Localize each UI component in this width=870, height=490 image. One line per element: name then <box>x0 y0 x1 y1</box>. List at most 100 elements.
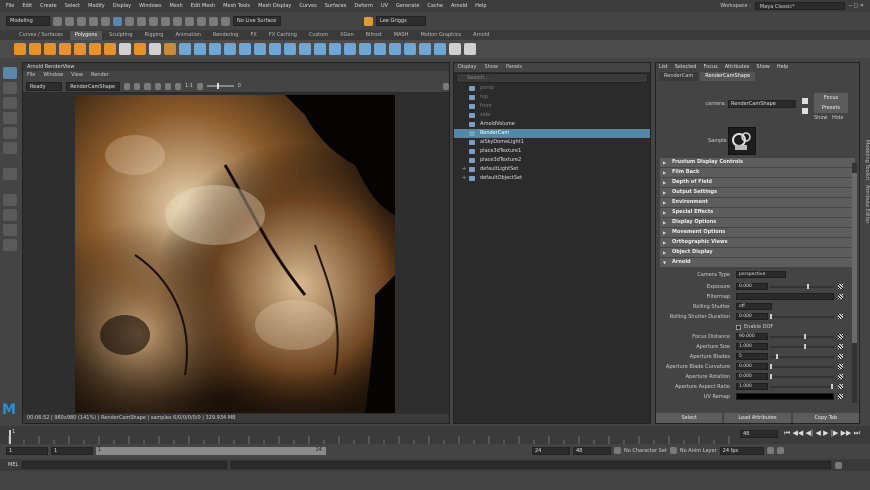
workspace-dropdown[interactable]: Maya Classic* <box>754 2 845 10</box>
ae-attr-slider[interactable] <box>770 334 834 339</box>
mel-label[interactable]: MEL <box>8 462 18 468</box>
last-tool-icon[interactable] <box>3 168 17 180</box>
ipr-render-icon[interactable] <box>209 16 218 26</box>
ae-section-film-back[interactable]: Film Back <box>660 168 855 177</box>
shelf-tab-rendering[interactable]: Rendering <box>208 31 244 40</box>
shelf-tool-icon[interactable] <box>254 43 266 55</box>
ae-attr-slider[interactable] <box>770 384 834 389</box>
workspace-selector[interactable]: Workspace : Maya Classic* ─ □ ✕ <box>720 2 864 10</box>
user-account-dropdown[interactable]: Lee Griggs <box>376 16 426 26</box>
ae-attr-field[interactable]: 5 <box>736 353 768 360</box>
outliner-menu-panels[interactable]: Panels <box>506 63 522 72</box>
shelf-tool-icon[interactable] <box>449 43 461 55</box>
menu-display[interactable]: Display <box>113 3 131 9</box>
move-tool-icon[interactable] <box>3 112 17 124</box>
shelf-tab-custom[interactable]: Custom <box>304 31 333 40</box>
ae-attr-field[interactable]: 90.000 <box>736 333 768 340</box>
shelf-tool-icon[interactable] <box>104 43 116 55</box>
outliner-item[interactable]: place3dTexture1 <box>454 147 650 156</box>
shelf-tool-icon[interactable] <box>224 43 236 55</box>
menu-mesh[interactable]: Mesh <box>169 3 182 9</box>
ae-attr-slider[interactable] <box>770 314 834 319</box>
shelf-tab-mash[interactable]: MASH <box>389 31 414 40</box>
menu-deform[interactable]: Deform <box>354 3 373 9</box>
menu-modify[interactable]: Modify <box>88 3 105 9</box>
ae-scrollbar[interactable] <box>852 163 857 403</box>
anim-prefs-icon[interactable] <box>776 447 784 454</box>
shelf-tool-icon[interactable] <box>89 43 101 55</box>
shelf-tool-icon[interactable] <box>164 43 176 55</box>
slider-handle[interactable] <box>804 334 807 339</box>
end-frame-field[interactable]: 48 <box>573 446 611 455</box>
map-button-icon[interactable] <box>838 334 843 339</box>
map-button-icon[interactable] <box>838 394 843 399</box>
start-frame-field[interactable]: 1 <box>6 446 48 455</box>
snap-surface-icon[interactable] <box>185 16 194 26</box>
ae-section-arnold[interactable]: Arnold <box>660 258 855 267</box>
ae-section-object-display[interactable]: Object Display <box>660 248 855 257</box>
outliner-item[interactable]: ArnoldVolume <box>454 120 650 129</box>
crop-region-icon[interactable] <box>154 82 161 90</box>
shelf-tab-sculpting[interactable]: Sculpting <box>104 31 137 40</box>
shelf-tool-icon[interactable] <box>194 43 206 55</box>
zoom-ratio[interactable]: 1:1 <box>185 83 193 89</box>
side-tabs[interactable]: Modeling Toolkit Attribute Editor <box>862 140 870 260</box>
redo-icon[interactable] <box>101 16 110 26</box>
menu-select[interactable]: Select <box>65 3 80 9</box>
shelf-tool-icon[interactable] <box>374 43 386 55</box>
ae-attr-slider[interactable] <box>770 344 834 349</box>
fps-dropdown[interactable]: 24 fps <box>719 446 764 455</box>
enable-dof-checkbox[interactable] <box>736 325 741 330</box>
slider-handle[interactable] <box>776 354 779 359</box>
menu-generate[interactable]: Generate <box>396 3 419 9</box>
shelf-tool-icon[interactable] <box>299 43 311 55</box>
snap-view-icon[interactable] <box>173 16 182 26</box>
snap-grid-icon[interactable] <box>137 16 146 26</box>
shelf-tool-icon[interactable] <box>179 43 191 55</box>
menu-file[interactable]: File <box>6 3 14 9</box>
camera-type-dropdown[interactable]: perspective <box>736 271 786 278</box>
outliner-item[interactable]: top <box>454 93 650 102</box>
select-button[interactable]: Select <box>656 413 723 423</box>
outliner-menu-display[interactable]: Display <box>458 63 476 72</box>
rv-menu-view[interactable]: View <box>71 71 83 80</box>
map-button-icon[interactable] <box>838 384 843 389</box>
outliner-item[interactable]: side <box>454 111 650 120</box>
shelf-tool-icon[interactable] <box>29 43 41 55</box>
ae-menu-attributes[interactable]: Attributes <box>725 63 750 72</box>
slider-handle[interactable] <box>770 364 772 369</box>
copy-tab-button[interactable]: Copy Tab <box>792 413 859 423</box>
shelf-tool-icon[interactable] <box>74 43 86 55</box>
shelf-tool-icon[interactable] <box>344 43 356 55</box>
shelf-tab-curves-surfaces[interactable]: Curves / Surfaces <box>14 31 68 40</box>
current-frame-field[interactable]: 48 <box>740 430 778 438</box>
single-pane-layout-icon[interactable] <box>3 194 17 206</box>
ae-section-orthographic-views[interactable]: Orthographic Views <box>660 238 855 247</box>
map-button-icon[interactable] <box>838 354 843 359</box>
focus-button[interactable]: Focus <box>814 93 848 103</box>
ae-section-special-effects[interactable]: Special Effects <box>660 208 855 217</box>
save-scene-icon[interactable] <box>77 16 86 26</box>
ae-section-environment[interactable]: Environment <box>660 198 855 207</box>
render-refresh-icon[interactable] <box>134 82 141 90</box>
menu-arnold[interactable]: Arnold <box>451 3 467 9</box>
outliner-menu-show[interactable]: Show <box>484 63 498 72</box>
ae-menu-selected[interactable]: Selected <box>675 63 697 72</box>
character-set-dropdown[interactable]: No Character Set <box>624 448 667 454</box>
shelf-tab-bifrost[interactable]: Bifrost <box>361 31 387 40</box>
outliner-layout-icon[interactable] <box>3 239 17 251</box>
ae-section-output-settings[interactable]: Output Settings <box>660 188 855 197</box>
outliner-search-input[interactable]: Search... <box>456 73 648 83</box>
hide-button[interactable]: Hide <box>832 115 848 121</box>
shelf-tool-icon[interactable] <box>464 43 476 55</box>
ae-menu-show[interactable]: Show <box>756 63 770 72</box>
menu-mesh-tools[interactable]: Mesh Tools <box>223 3 250 9</box>
outliner-item[interactable]: aiSkyDomeLight1 <box>454 138 650 147</box>
outliner-item[interactable]: + defaultLightSet <box>454 165 650 174</box>
select-mode-icon[interactable] <box>113 16 122 26</box>
scale-tool-icon[interactable] <box>3 142 17 154</box>
shelf-tool-icon[interactable] <box>314 43 326 55</box>
shelf-tool-icon[interactable] <box>59 43 71 55</box>
ae-focus-arrow-icon[interactable] <box>802 98 808 104</box>
ae-attr-field[interactable]: 0.000 <box>736 283 768 290</box>
